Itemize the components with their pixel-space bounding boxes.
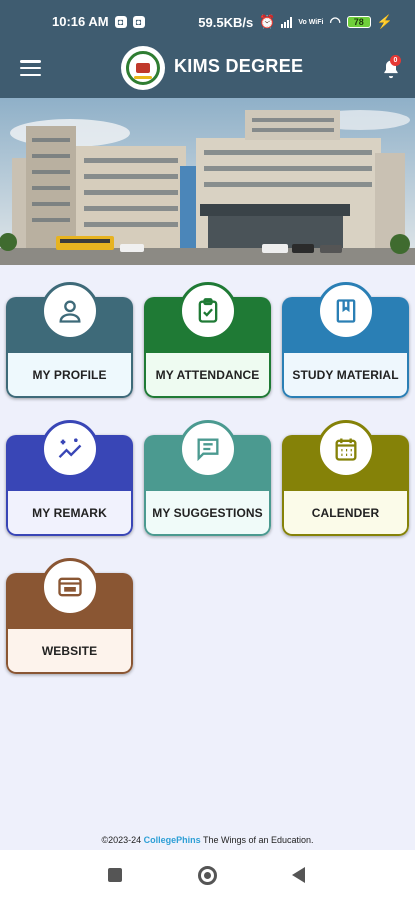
college-logo: [121, 46, 165, 90]
status-time: 10:16 AM: [52, 14, 109, 29]
browser-icon: [41, 558, 99, 616]
alarm-icon: ⏰: [259, 14, 276, 29]
campus-banner: [0, 98, 415, 265]
app-title: KIMS DEGREE: [174, 56, 304, 76]
dashboard-grid: MY PROFILE MY ATTENDANCE STUDY MATERIAL …: [0, 265, 415, 850]
signal-icon: [281, 16, 293, 28]
status-bar: 10:16 AM ◘ ◘ 59.5KB/s ⏰ Vo WiFi ◠ 78 ⚡: [0, 0, 415, 40]
charging-icon: ⚡: [376, 14, 393, 29]
battery-level: 78: [353, 17, 364, 27]
clipboard-check-icon: [179, 282, 237, 340]
battery-icon: 78: [346, 16, 371, 28]
wifi-icon: ◠: [329, 14, 341, 29]
tile-label: MY PROFILE: [32, 367, 107, 382]
notification-badge: 0: [390, 55, 401, 66]
tile-label: MY ATTENDANCE: [155, 367, 260, 382]
trend-sparkle-icon: [41, 420, 99, 478]
menu-icon[interactable]: [20, 60, 41, 76]
person-icon: [41, 282, 99, 340]
tile-label: STUDY MATERIAL: [292, 367, 399, 382]
tile-label: MY SUGGESTIONS: [152, 505, 263, 520]
footer-credit: ©2023-24 CollegePhins The Wings of an Ed…: [0, 835, 415, 845]
tile-label: MY REMARK: [32, 505, 107, 520]
footer-brand[interactable]: CollegePhins: [144, 835, 201, 845]
app-bar: KIMS DEGREE 0: [0, 40, 415, 98]
notification-app-icon: ◘: [132, 15, 145, 28]
footer-suffix: The Wings of an Education.: [200, 835, 314, 845]
book-icon: [317, 282, 375, 340]
recents-button[interactable]: [108, 868, 122, 882]
network-speed: 59.5KB/s: [198, 14, 254, 30]
back-button[interactable]: [292, 867, 305, 883]
chat-icon: [179, 420, 237, 478]
system-nav-bar: [0, 850, 415, 900]
tile-label: CALENDER: [311, 505, 380, 520]
footer-prefix: ©2023-24: [101, 835, 144, 845]
calendar-icon: [317, 420, 375, 478]
network-type: Vo WiFi: [298, 18, 324, 26]
notification-app-icon: ◘: [114, 15, 127, 28]
tile-label: WEBSITE: [41, 643, 98, 658]
home-button[interactable]: [198, 866, 217, 885]
